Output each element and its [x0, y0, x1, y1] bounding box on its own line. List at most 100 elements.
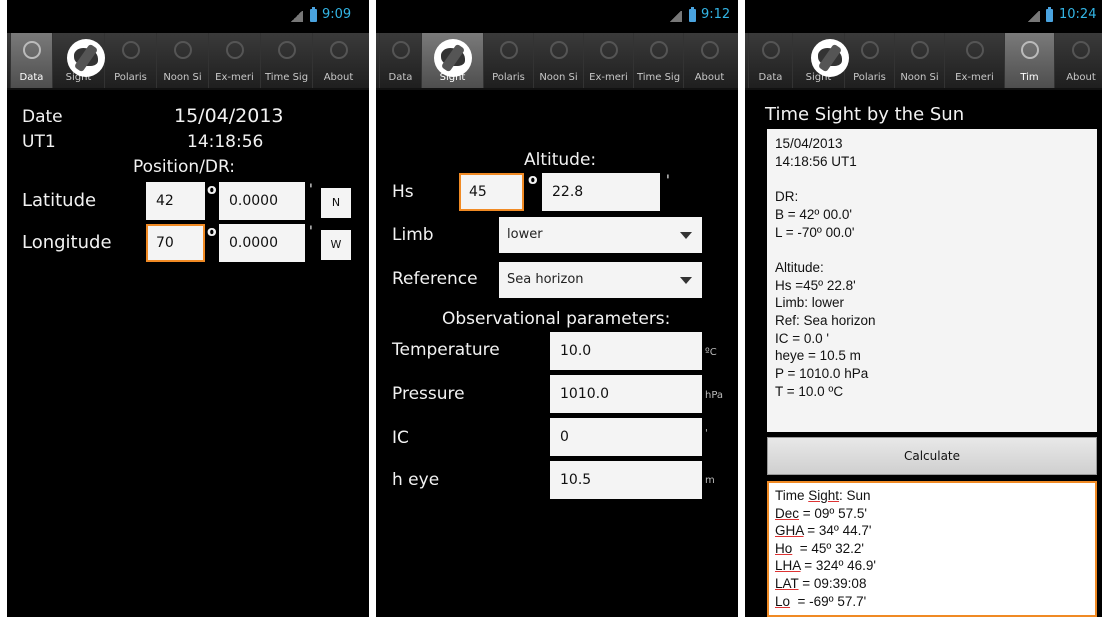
degree-symbol: o: [528, 172, 538, 188]
tab-time-sight[interactable]: Time Sig: [260, 33, 312, 88]
result-line: Dec = 09º 57.5': [775, 505, 867, 521]
tab-data[interactable]: Data: [748, 33, 792, 88]
minute-symbol: ': [309, 224, 313, 240]
ex-meridian-icon: [225, 41, 244, 59]
ex-meridian-icon: [965, 41, 984, 59]
status-bar: 10:24: [745, 0, 1102, 30]
ic-input[interactable]: 0: [550, 418, 702, 456]
noon-icon: [549, 41, 568, 59]
status-bar: 9:09: [7, 0, 369, 30]
degree-symbol: o: [207, 182, 217, 198]
tab-time-sight[interactable]: Tim: [1004, 33, 1054, 88]
altitude-heading: Altitude:: [524, 150, 597, 170]
signal-icon: [290, 11, 303, 22]
tab-data[interactable]: Data: [379, 33, 421, 88]
latitude-minutes-input[interactable]: 0.0000: [219, 182, 305, 220]
app-logo-icon[interactable]: [67, 39, 105, 77]
noon-icon: [910, 41, 929, 59]
status-bar: 9:12: [376, 0, 738, 30]
longitude-degrees-input[interactable]: 70: [146, 224, 205, 262]
pressure-label: Pressure: [392, 384, 465, 404]
tab-noon-sight[interactable]: Noon Si: [894, 33, 944, 88]
ic-unit: ': [705, 428, 708, 439]
tab-polaris[interactable]: Polaris: [104, 33, 156, 88]
minute-symbol: ': [309, 182, 313, 198]
reference-dropdown[interactable]: Sea horizon: [499, 262, 702, 298]
result-line: LAT = 09:39:08: [775, 575, 867, 591]
clock: 9:09: [322, 7, 352, 22]
tab-polaris[interactable]: Polaris: [844, 33, 894, 88]
calculate-button[interactable]: Calculate: [767, 437, 1097, 475]
signal-icon: [669, 11, 682, 22]
clock-icon: [761, 41, 780, 59]
temperature-unit: ºC: [705, 347, 717, 358]
ut1-value: 14:18:56: [187, 132, 264, 152]
latitude-degrees-input[interactable]: 42: [146, 182, 205, 220]
tab-bar: Data Sight Polaris Noon Si Ex-meri Tim A…: [745, 33, 1102, 90]
limb-dropdown[interactable]: lower: [499, 217, 702, 253]
result-line: GHA = 34º 44.7': [775, 523, 872, 539]
battery-icon: [310, 7, 317, 22]
minute-symbol: ': [666, 173, 670, 189]
hs-label: Hs: [392, 182, 414, 202]
date-label: Date: [22, 107, 63, 127]
time-sight-icon: [649, 41, 668, 59]
hs-degrees-input[interactable]: 45: [459, 173, 524, 211]
about-icon: [700, 41, 719, 59]
tab-ex-meridian[interactable]: Ex-meri: [944, 33, 1004, 88]
tab-noon-sight[interactable]: Noon Si: [533, 33, 583, 88]
tab-about[interactable]: About: [683, 33, 735, 88]
observational-heading: Observational parameters:: [442, 309, 671, 329]
ex-meridian-icon: [599, 41, 618, 59]
noon-icon: [173, 41, 192, 59]
ut1-label: UT1: [22, 132, 56, 152]
result-line: Ho = 45º 32.2': [775, 540, 864, 556]
app-logo-icon[interactable]: [811, 39, 849, 77]
tab-ex-meridian[interactable]: Ex-meri: [208, 33, 260, 88]
latitude-label: Latitude: [22, 190, 97, 211]
about-icon: [329, 41, 348, 59]
app-logo-icon[interactable]: [434, 39, 472, 77]
hs-minutes-input[interactable]: 22.8: [542, 173, 660, 211]
tab-about[interactable]: About: [312, 33, 364, 88]
chevron-down-icon: [680, 232, 692, 239]
screen-time-sight: 10:24 Data Sight Polaris Noon Si Ex-meri…: [745, 0, 1102, 617]
longitude-minutes-input[interactable]: 0.0000: [219, 224, 305, 262]
longitude-label: Longitude: [22, 232, 112, 253]
clock: 10:24: [1059, 7, 1097, 22]
pressure-input[interactable]: 1010.0: [550, 375, 702, 413]
polaris-icon: [121, 41, 140, 59]
tab-noon-sight[interactable]: Noon Si: [156, 33, 208, 88]
reference-label: Reference: [392, 269, 478, 289]
result-line: Lo = -69º 57.7': [775, 593, 867, 609]
tab-polaris[interactable]: Polaris: [483, 33, 533, 88]
results-text-area[interactable]: Time Sight: Sun Dec = 09º 57.5' GHA = 34º …: [767, 481, 1097, 617]
temperature-input[interactable]: 10.0: [550, 332, 702, 370]
limb-label: Limb: [392, 225, 434, 245]
battery-icon: [689, 7, 696, 22]
screen-data: 9:09 Data Sight Polaris Noon Si Ex-meri …: [7, 0, 369, 617]
signal-icon: [1027, 11, 1040, 22]
polaris-icon: [499, 41, 518, 59]
tab-data[interactable]: Data: [10, 33, 52, 88]
degree-symbol: o: [207, 224, 217, 240]
heye-input[interactable]: 10.5: [550, 461, 702, 499]
result-line: Time Sight: Sun: [775, 488, 871, 503]
tab-ex-meridian[interactable]: Ex-meri: [583, 33, 633, 88]
clock-icon: [391, 41, 410, 59]
page-title: Time Sight by the Sun: [765, 104, 965, 125]
heye-unit: m: [705, 475, 715, 486]
temperature-label: Temperature: [392, 340, 500, 360]
tab-bar: Data Sight Polaris Noon Si Ex-meri Time …: [376, 33, 738, 90]
longitude-hemisphere-button[interactable]: W: [321, 230, 351, 260]
screen-sight: 9:12 Data Sight Polaris Noon Si Ex-meri …: [376, 0, 738, 617]
time-sight-icon: [277, 41, 296, 59]
tab-about[interactable]: About: [1054, 33, 1102, 88]
latitude-hemisphere-button[interactable]: N: [321, 188, 351, 218]
battery-icon: [1046, 7, 1053, 22]
tab-time-sight[interactable]: Time Sig: [633, 33, 683, 88]
clock-icon: [22, 41, 41, 59]
about-icon: [1072, 41, 1090, 59]
pressure-unit: hPa: [705, 390, 724, 401]
clock: 9:12: [701, 7, 731, 22]
